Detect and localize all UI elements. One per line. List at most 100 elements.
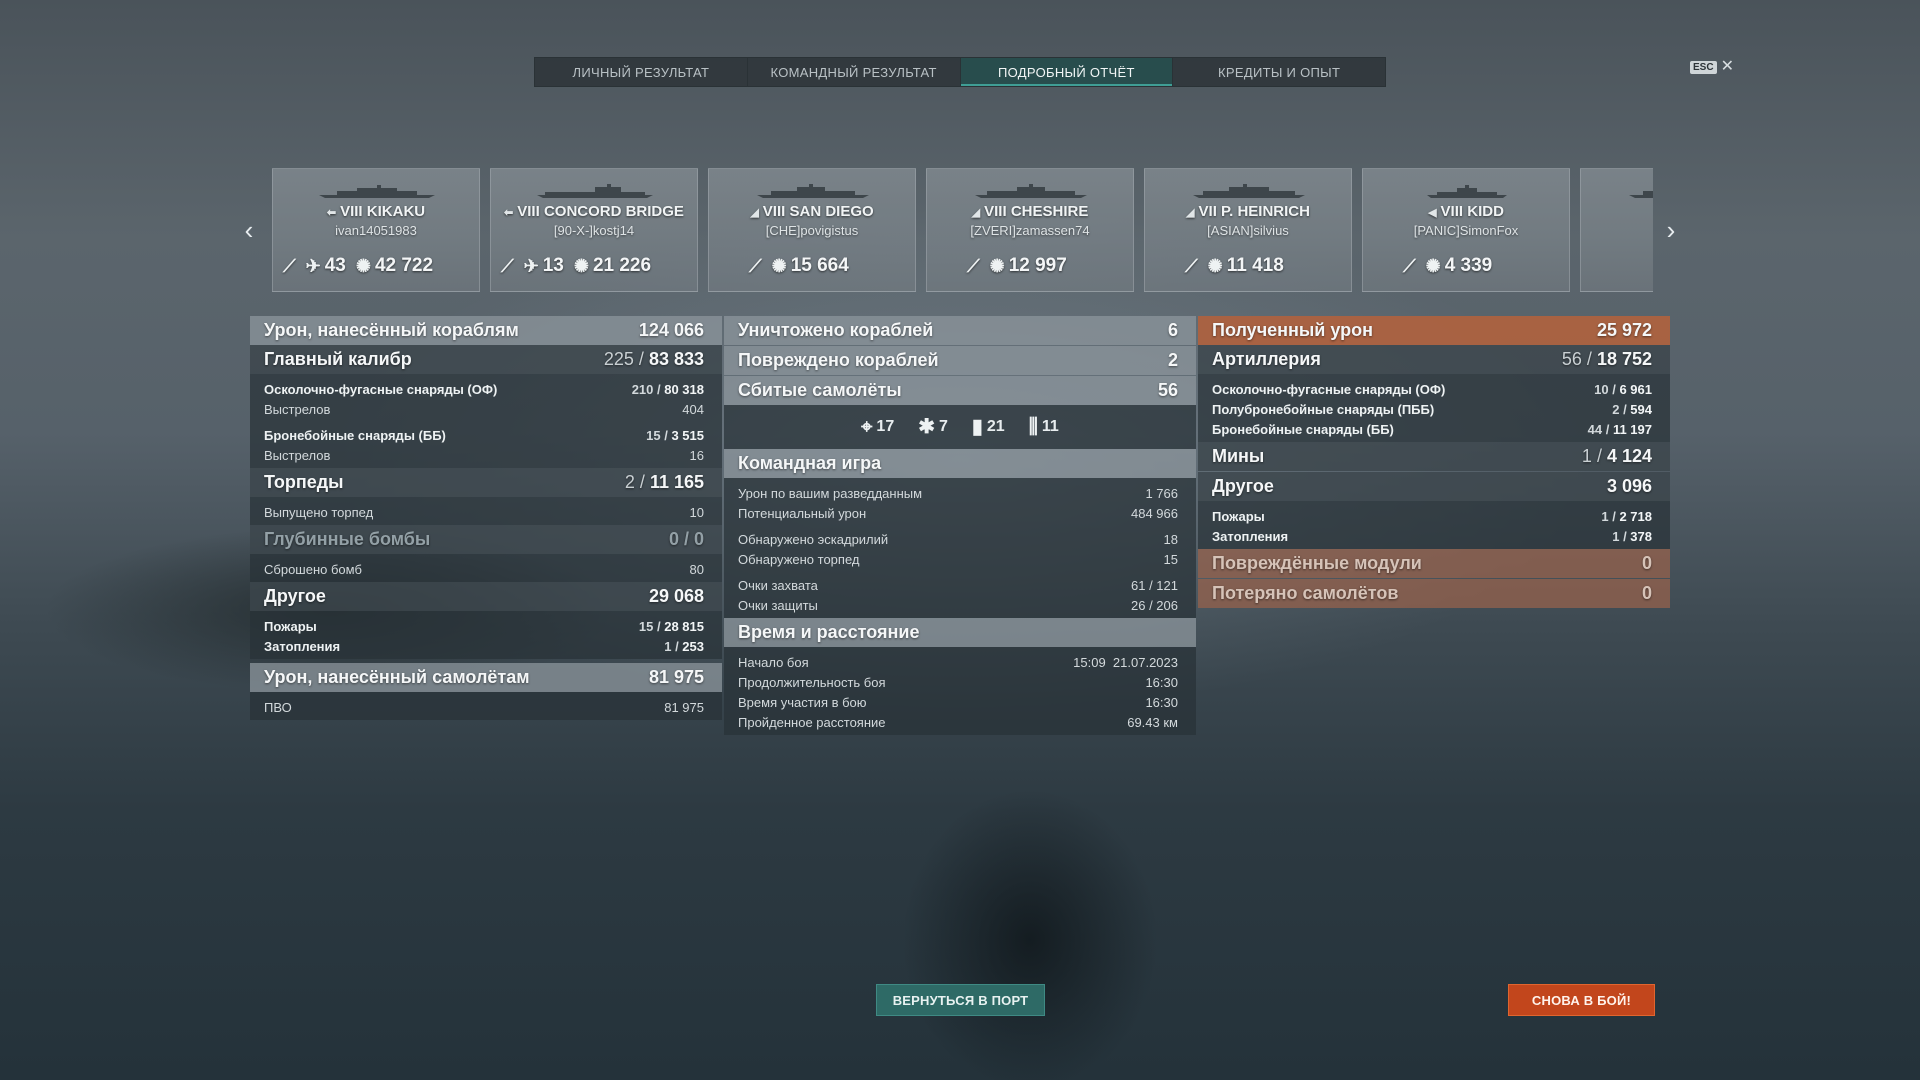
aa-row: ПВО 81 975 (264, 699, 704, 715)
mines-header: Мины 1 / 4 124 (1198, 442, 1670, 471)
damage-dealt-column: Урон, нанесённый кораблям 124 066 Главный… (250, 316, 722, 720)
floods-received-row: Затопления 1 / 378 (1212, 528, 1652, 544)
other-damage-details: Пожары 15 / 28 815 Затопления 1 / 253 (250, 611, 722, 659)
depth-charges-details: Сброшено бомб 80 (250, 554, 722, 582)
artillery-header: Артиллерия 56 / 18 752 (1198, 345, 1670, 374)
plane-damage-details: ПВО 81 975 (250, 692, 722, 720)
ship-stats: ⟋ ✺ 11 418 (1185, 255, 1284, 276)
class-icon: ◢ (971, 207, 981, 219)
time-distance-details: Начало боя 15:09 21.07.2023 Продолжительн… (724, 647, 1196, 735)
esc-key-icon: ESC (1690, 60, 1717, 74)
background-ship (840, 720, 1220, 1080)
ship-card[interactable]: ◢ VII P. HEINRICH [ASIAN]silvius ⟋ ✺ 11 41… (1144, 168, 1352, 292)
damaged-header: Повреждено кораблей 2 (724, 346, 1196, 375)
kill-icon: ⟋ (501, 256, 514, 276)
other-damage-header: Другое 29 068 (250, 582, 722, 611)
return-to-port-button[interactable]: ВЕРНУТЬСЯ В ПОРТ (876, 984, 1045, 1016)
team-stats-column: Уничтожено кораблей 6 Повреждено кораблей… (724, 316, 1196, 735)
kill-icon: ⟋ (749, 256, 762, 276)
kill-icon: ⟋ (283, 256, 296, 276)
he-received-row: Осколочно-фугасные снаряды (ОФ) 10 / 6 96… (1212, 381, 1652, 397)
bombs-dropped-row: Сброшено бомб 80 (264, 561, 704, 577)
close-icon: ✕ (1720, 58, 1734, 75)
teamplay-header: Командная игра (724, 449, 1196, 478)
dive-bomber-icon: ✱ (918, 416, 935, 438)
plane-types: ⌖ 17 ✱ 7 ▮ 21 ⫼ 11 (724, 405, 1196, 449)
ship-silhouette-icon (1629, 191, 1653, 198)
battle-start-row: Начало боя 15:09 21.07.2023 (738, 654, 1178, 670)
teamplay-details: Урон по вашим разведданным 1 766 Потенциа… (724, 478, 1196, 618)
damage-icon: ✺ (573, 256, 589, 276)
damaged-modules-header: Повреждённые модули 0 (1198, 549, 1670, 578)
tab-detailed-report[interactable]: ПОДРОБНЫЙ ОТЧЁТ (960, 58, 1174, 86)
capture-points-row: Очки захвата 61 / 121 (738, 577, 1178, 593)
ship-name: ◢ VIII SAN DIEGO (750, 203, 874, 220)
damage-icon: ✺ (355, 256, 371, 276)
ship-card[interactable]: ◀ VIII KIDD [PANIC]SimonFox ⟋ ✺ 4 339 (1362, 168, 1570, 292)
class-icon: ◀ (1428, 207, 1437, 219)
ship-silhouette-icon (1427, 185, 1507, 198)
bomb-icon: ▮ (971, 416, 983, 438)
squadrons-spotted-row: Обнаружено эскадрилий 18 (738, 531, 1178, 547)
main-battery-details: Осколочно-фугасные снаряды (ОФ) 210 / 80 … (250, 374, 722, 468)
ship-card-partial[interactable] (1580, 168, 1653, 292)
torpedoes-fired-row: Выпущено торпед 10 (264, 504, 704, 520)
ship-stats: ⟋ ✈ 43 ✺ 42 722 (283, 255, 434, 276)
damage-received-column: Полученный урон 25 972 Артиллерия 56 / 18 … (1198, 316, 1670, 608)
ship-stats: ⟋ ✺ 4 339 (1403, 255, 1493, 276)
ship-name: ⬅ VIII CONCORD BRIDGE (504, 203, 684, 220)
ship-stats: ⟋ ✺ 15 664 (749, 255, 849, 276)
kill-icon: ⟋ (1403, 256, 1416, 276)
kill-icon: ⟋ (1185, 256, 1198, 276)
time-distance-header: Время и расстояние (724, 618, 1196, 647)
battle-duration-row: Продолжительность боя 16:30 (738, 674, 1178, 690)
main-battery-header: Главный калибр 225 / 83 833 (250, 345, 722, 374)
player-name: [ASIAN]silvius (1207, 223, 1289, 238)
received-damage-header: Полученный урон 25 972 (1198, 316, 1670, 345)
ship-silhouette-icon (319, 185, 435, 198)
next-arrow-icon[interactable]: › (1661, 217, 1681, 243)
ship-name: ◀ VIII KIDD (1428, 203, 1504, 220)
tab-team-result[interactable]: КОМАНДНЫЙ РЕЗУЛЬТАТ (748, 58, 961, 86)
sap-received-row: Полубронебойные снаряды (ПББ) 2 / 594 (1212, 401, 1652, 417)
plane-damage-header: Урон, нанесённый самолётам 81 975 (250, 663, 722, 692)
esc-close-button[interactable]: ESC ✕ (1690, 58, 1734, 75)
class-icon: ◢ (750, 207, 759, 219)
defense-points-row: Очки защиты 26 / 206 (738, 597, 1178, 613)
ship-name: ◢ VIII CHESHIRE (971, 203, 1089, 220)
torpedoes-details: Выпущено торпед 10 (250, 497, 722, 525)
planes-shot-icon: ✈ (523, 256, 539, 276)
planes-lost-header: Потеряно самолётов 0 (1198, 579, 1670, 608)
ship-card[interactable]: ⬅ VIII KIKAKU ivan14051983 ⟋ ✈ 43 ✺ 42 722 (272, 168, 480, 292)
torpedoes-header: Торпеды 2 / 11 165 (250, 468, 722, 497)
he-row: Осколочно-фугасные снаряды (ОФ) 210 / 80 … (264, 381, 704, 397)
participation-time-row: Время участия в бою 16:30 (738, 694, 1178, 710)
ap-row: Бронебойные снаряды (ББ) 15 / 3 515 (264, 427, 704, 443)
ship-card[interactable]: ◢ VIII SAN DIEGO [CHE]povigistus ⟋ ✺ 15 66… (708, 168, 916, 292)
fighter-icon: ⌖ (861, 416, 873, 438)
ship-stats: ⟋ ✈ 13 ✺ 21 226 (501, 255, 652, 276)
spotting-damage-row: Урон по вашим разведданным 1 766 (738, 485, 1178, 501)
he-shots-row: Выстрелов 404 (264, 401, 704, 417)
potential-damage-row: Потенциальный урон 484 966 (738, 505, 1178, 521)
fires-received-row: Пожары 1 / 2 718 (1212, 508, 1652, 524)
ship-card[interactable]: ◢ VIII CHESHIRE [ZVERI]zamassen74 ⟋ ✺ 12 9… (926, 168, 1134, 292)
torpedoes-spotted-row: Обнаружено торпед 15 (738, 551, 1178, 567)
fires-row: Пожары 15 / 28 815 (264, 618, 704, 634)
player-name: ivan14051983 (335, 223, 417, 238)
damage-icon: ✺ (1425, 256, 1441, 276)
planes-shot-header: Сбитые самолёты 56 (724, 376, 1196, 405)
player-name: [90-X-]kostj14 (553, 223, 635, 238)
depth-charges-header: Глубинные бомбы 0 / 0 (250, 525, 722, 554)
battle-again-button[interactable]: СНОВА В БОЙ! (1508, 984, 1655, 1016)
ship-stats: ⟋ ✺ 12 997 (967, 255, 1067, 276)
ship-silhouette-icon (975, 184, 1087, 198)
tab-credits-xp[interactable]: КРЕДИТЫ И ОПЫТ (1173, 58, 1385, 86)
ship-card[interactable]: ⬅ VIII CONCORD BRIDGE [90-X-]kostj14 ⟋ ✈ 1… (490, 168, 698, 292)
floods-row: Затопления 1 / 253 (264, 638, 704, 654)
torpedo-bomber-icon: ⫼ (1028, 416, 1038, 438)
tab-personal-result[interactable]: ЛИЧНЫЙ РЕЗУЛЬТАТ (535, 58, 748, 86)
ship-silhouette-icon (537, 184, 653, 198)
prev-arrow-icon[interactable]: ‹ (239, 217, 259, 243)
player-name: [ZVERI]zamassen74 (970, 223, 1090, 238)
